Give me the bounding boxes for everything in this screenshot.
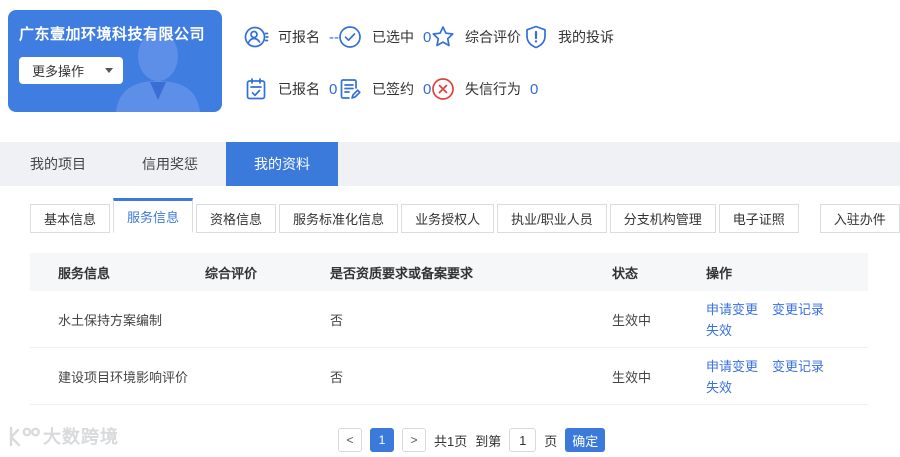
stat-value: 0	[530, 80, 539, 98]
more-actions-label: 更多操作	[32, 64, 85, 79]
watermark: 大数跨境	[6, 423, 119, 449]
subtab-service-standardization[interactable]: 服务标准化信息	[279, 204, 399, 233]
stat-label: 综合评价	[465, 29, 521, 45]
stat-signed[interactable]: 已签约 0	[337, 75, 431, 103]
stat-label: 已选中	[372, 29, 414, 45]
stat-label: 我的投诉	[558, 29, 614, 45]
subtab-practitioners[interactable]: 执业/职业人员	[497, 204, 607, 233]
apply-change-link[interactable]: 申请变更	[706, 299, 758, 318]
stat-label: 失信行为	[465, 81, 521, 97]
pagination: < 1 > 共1页 到第 页 确定	[338, 428, 606, 452]
invalidate-link[interactable]: 失效	[706, 377, 868, 396]
stat-selected[interactable]: 已选中 0	[337, 23, 431, 51]
table-row: 建设项目环境影响评价 否 生效中 申请变更 变更记录 失效	[30, 348, 868, 405]
stat-label: 可报名	[278, 29, 320, 45]
cell-actions: 申请变更 变更记录 失效	[706, 356, 868, 396]
confirm-button[interactable]: 确定	[565, 428, 606, 452]
shield-exclamation-icon	[526, 25, 546, 49]
cell-status: 生效中	[612, 312, 652, 328]
invalidate-link[interactable]: 失效	[706, 320, 868, 339]
col-header-rating: 综合评价	[205, 265, 258, 281]
col-header-actions: 操作	[706, 265, 733, 281]
table-row: 水土保持方案编制 否 生效中 申请变更 变更记录 失效	[30, 291, 868, 348]
screen: 广东壹加环境科技有限公司 更多操作 可报名 -- 已选中 0 综合评价 我的投诉…	[0, 0, 900, 457]
x-circle-icon	[432, 78, 454, 100]
stat-my-complaints[interactable]: 我的投诉	[523, 23, 623, 51]
main-tab-bar: 我的项目 信用奖惩 我的资料	[0, 142, 900, 186]
change-record-link[interactable]: 变更记录	[772, 299, 824, 318]
col-header-status: 状态	[612, 265, 639, 281]
cell-status: 生效中	[612, 369, 652, 385]
subtab-business-authorizer[interactable]: 业务授权人	[401, 204, 495, 233]
cell-requirement: 否	[330, 369, 344, 385]
tab-my-projects[interactable]: 我的项目	[2, 142, 114, 186]
document-sign-icon	[340, 79, 361, 99]
stat-overall-rating[interactable]: 综合评价	[430, 23, 530, 51]
subtab-e-license[interactable]: 电子证照	[718, 204, 799, 233]
sub-tab-bar: 基本信息 服务信息 资格信息 服务标准化信息 业务授权人 执业/职业人员 分支机…	[30, 198, 900, 233]
cell-service: 水土保持方案编制	[58, 312, 163, 328]
stat-label: 已签约	[372, 81, 414, 97]
col-header-service: 服务信息	[58, 265, 111, 281]
col-header-requirement: 是否资质要求或备案要求	[330, 265, 474, 281]
user-circle-icon	[244, 26, 269, 48]
next-page-button[interactable]: >	[402, 428, 426, 452]
subtab-qualification-info[interactable]: 资格信息	[196, 204, 277, 233]
chevron-down-icon	[105, 68, 113, 73]
watermark-logo-icon	[9, 426, 40, 447]
stat-dishonesty[interactable]: 失信行为 0	[430, 75, 538, 103]
clipboard-check-icon	[246, 78, 266, 100]
table-header-row: 服务信息 综合评价 是否资质要求或备案要求 状态 操作	[30, 253, 868, 291]
page-1-button[interactable]: 1	[370, 428, 394, 452]
cell-requirement: 否	[330, 312, 344, 328]
goto-prefix-label: 到第	[475, 433, 502, 449]
prev-page-button[interactable]: <	[338, 428, 362, 452]
goto-page-input[interactable]	[509, 428, 537, 452]
subtab-service-info[interactable]: 服务信息	[113, 198, 194, 233]
stat-label: 已报名	[278, 81, 320, 97]
cell-service: 建设项目环境影响评价	[58, 369, 189, 385]
subtab-basic-info[interactable]: 基本信息	[30, 204, 111, 233]
total-pages-label: 共1页	[434, 433, 468, 449]
service-table: 服务信息 综合评价 是否资质要求或备案要求 状态 操作 水土保持方案编制 否 生…	[30, 253, 868, 405]
cell-actions: 申请变更 变更记录 失效	[706, 299, 868, 339]
stat-registered[interactable]: 已报名 0	[243, 75, 337, 103]
star-icon	[432, 26, 454, 47]
change-record-link[interactable]: 变更记录	[772, 356, 824, 375]
company-name: 广东壹加环境科技有限公司	[19, 26, 206, 43]
tab-my-profile[interactable]: 我的资料	[226, 142, 338, 186]
check-circle-icon	[339, 26, 361, 48]
watermark-text: 大数跨境	[43, 427, 119, 447]
subtab-onboarding-items[interactable]: 入驻办件	[819, 204, 900, 233]
tab-credit-rewards[interactable]: 信用奖惩	[114, 142, 226, 186]
stat-can-register[interactable]: 可报名 --	[243, 23, 339, 51]
more-actions-button[interactable]: 更多操作	[19, 57, 123, 84]
apply-change-link[interactable]: 申请变更	[706, 356, 758, 375]
company-card: 广东壹加环境科技有限公司 更多操作	[8, 10, 222, 112]
goto-suffix-label: 页	[544, 433, 558, 449]
subtab-branch-management[interactable]: 分支机构管理	[609, 204, 716, 233]
